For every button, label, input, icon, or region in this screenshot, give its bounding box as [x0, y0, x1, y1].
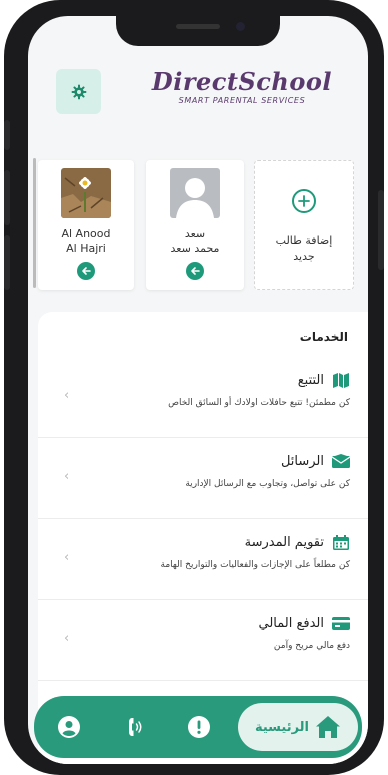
student-photo — [61, 168, 111, 218]
service-title: الرسائل — [280, 453, 324, 469]
home-icon — [316, 716, 341, 738]
open-student-button[interactable] — [77, 262, 95, 280]
envelope-icon — [332, 453, 350, 469]
service-item-calendar[interactable]: تقويم المدرسة كن مطلعاً على الإجازات وال… — [38, 520, 368, 600]
service-title: تقويم المدرسة — [244, 534, 324, 550]
service-description: كن على تواصل، وتجاوب مع الرسائل الإدارية — [185, 479, 350, 489]
map-icon — [332, 372, 350, 388]
add-student-label: إضافة طالب جديد — [255, 233, 353, 265]
student-card-al-anood[interactable]: Al Anood Al Hajri — [38, 160, 134, 290]
student-name-line2: محمد سعد — [170, 242, 220, 255]
students-carousel[interactable]: Al Anood Al Hajri سعد محمد سعد إضافة طال… — [28, 158, 368, 293]
chevron-left-icon[interactable]: ‹ — [64, 388, 78, 403]
app-logo: DirectSchool SMART PARENTAL SERVICES — [151, 67, 332, 106]
student-card-saad[interactable]: سعد محمد سعد — [146, 160, 244, 290]
student-photo — [170, 168, 220, 218]
volume-up-button — [4, 170, 10, 225]
open-student-button[interactable] — [186, 262, 204, 280]
gear-icon — [71, 84, 86, 99]
logo-title: DirectSchool — [151, 67, 332, 96]
calendar-icon — [332, 534, 350, 550]
app-screen: DirectSchool SMART PARENTAL SERVICES Al … — [28, 16, 368, 764]
app-header: DirectSchool SMART PARENTAL SERVICES — [28, 66, 368, 126]
nav-alerts[interactable] — [184, 712, 214, 742]
home-label: الرئيسية — [254, 719, 310, 735]
default-avatar-icon — [170, 168, 220, 218]
bottom-nav: الرئيسية — [34, 696, 362, 758]
power-button — [378, 190, 384, 270]
student-name-line1: Al Anood — [61, 227, 111, 240]
add-student-line2: جديد — [293, 250, 315, 263]
service-description: كن مطلعاً على الإجازات والفعاليات والتوا… — [160, 560, 350, 570]
service-title: التتبع — [297, 372, 324, 388]
credit-card-icon — [332, 615, 350, 631]
flower-photo-icon — [61, 168, 111, 218]
speaker-grille — [176, 24, 220, 29]
nav-phone[interactable] — [120, 712, 150, 742]
silent-switch — [4, 120, 10, 150]
profile-icon — [58, 716, 80, 738]
nav-profile[interactable] — [54, 712, 84, 742]
plus-icon — [292, 189, 316, 213]
logo-subtitle: SMART PARENTAL SERVICES — [178, 96, 306, 105]
phone-frame: DirectSchool SMART PARENTAL SERVICES Al … — [4, 0, 384, 775]
notch — [116, 16, 280, 46]
volume-down-button — [4, 235, 10, 290]
front-camera — [236, 22, 245, 31]
services-title: الخدمات — [299, 330, 348, 344]
scroll-indicator — [33, 158, 36, 288]
add-student-line1: إضافة طالب — [275, 234, 333, 247]
add-student-card[interactable]: إضافة طالب جديد — [254, 160, 354, 290]
arrow-left-icon — [191, 267, 200, 275]
settings-button[interactable] — [56, 69, 101, 114]
service-description: دفع مالي مريح وآمن — [273, 641, 350, 651]
chevron-left-icon[interactable]: ‹ — [64, 469, 78, 484]
student-name-line1: سعد — [184, 227, 206, 240]
alert-icon — [188, 716, 210, 738]
service-item-messages[interactable]: الرسائل كن على تواصل، وتجاوب مع الرسائل … — [38, 439, 368, 519]
service-description: كن مطمئن! تتبع حافلات اولادك أو السائق ا… — [168, 398, 350, 408]
chevron-left-icon[interactable]: ‹ — [64, 550, 78, 565]
service-title: الدفع المالي — [258, 615, 324, 631]
chevron-left-icon[interactable]: ‹ — [64, 631, 78, 646]
service-item-payment[interactable]: الدفع المالي دفع مالي مريح وآمن ‹ — [38, 601, 368, 681]
student-name-line2: Al Hajri — [66, 242, 106, 255]
arrow-left-icon — [82, 267, 91, 275]
nav-home-button[interactable]: الرئيسية — [238, 703, 358, 751]
service-item-tracking[interactable]: التتبع كن مطمئن! تتبع حافلات اولادك أو ا… — [38, 358, 368, 438]
phone-icon — [129, 718, 142, 736]
